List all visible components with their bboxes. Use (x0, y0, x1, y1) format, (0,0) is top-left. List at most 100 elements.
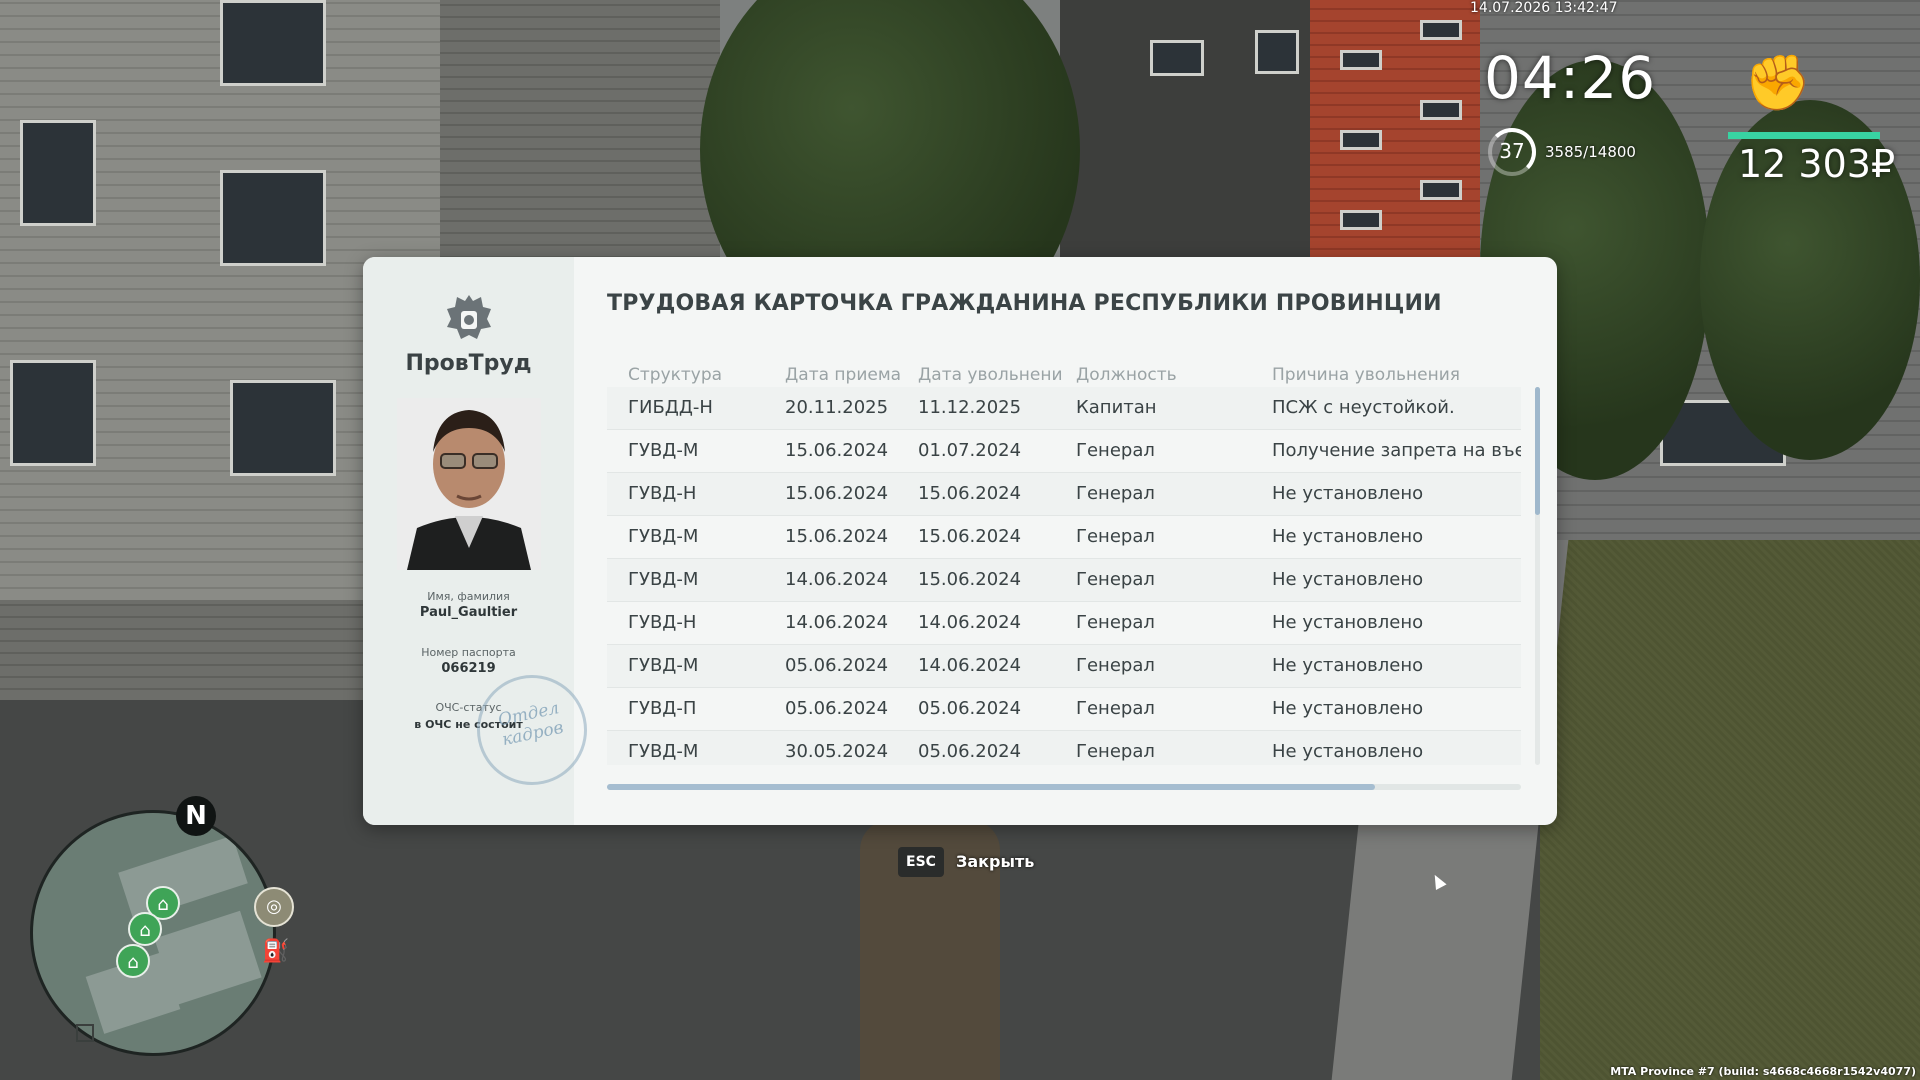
hud-datetime: 14.07.2026 13:42:47 (1470, 0, 1618, 16)
cell-structure: ГУВД-Н (628, 612, 697, 633)
card-title: ТРУДОВАЯ КАРТОЧКА ГРАЖДАНИНА РЕСПУБЛИКИ … (607, 291, 1442, 316)
cell-structure: ГУВД-М (628, 440, 699, 461)
cell-hire-date: 30.05.2024 (785, 741, 889, 762)
cell-position: Генерал (1076, 440, 1155, 461)
cell-reason: Получение запрета на въезд (1272, 440, 1521, 461)
column-header: Структура (628, 365, 723, 385)
cell-structure: ГУВД-Н (628, 483, 697, 504)
cell-reason: ПСЖ с неустойкой. (1272, 397, 1455, 418)
window (1340, 50, 1382, 70)
table-row: ГУВД-М 14.06.2024 15.06.2024 Генерал Не … (607, 559, 1521, 602)
cell-reason: Не установлено (1272, 526, 1424, 547)
grass (1540, 540, 1920, 1080)
cell-dismissal-date: 05.06.2024 (918, 741, 1022, 762)
cell-position: Генерал (1076, 698, 1155, 719)
cell-position: Генерал (1076, 569, 1155, 590)
vertical-scroll-thumb[interactable] (1535, 387, 1540, 515)
xp-counter: 3585/14800 (1545, 143, 1636, 161)
building (1310, 0, 1490, 260)
window (1255, 30, 1299, 74)
citizen-portrait (397, 398, 541, 570)
column-header: Должность (1076, 365, 1177, 385)
cell-dismissal-date: 05.06.2024 (918, 698, 1022, 719)
esc-key-button[interactable]: ESC (898, 847, 944, 877)
horizontal-scrollbar[interactable] (607, 784, 1521, 790)
close-label[interactable]: Закрыть (956, 852, 1034, 871)
table-header: Структура Дата приема Дата увольнени Дол… (628, 365, 1548, 387)
window (230, 380, 336, 476)
window (1150, 40, 1204, 76)
cell-dismissal-date: 11.12.2025 (918, 397, 1022, 418)
window (1340, 210, 1382, 230)
house-icon: ⌂ (116, 944, 150, 978)
name-label: Имя, фамилия (427, 590, 510, 603)
employment-card: ПровТруд Имя, фамилия Paul_Gaultier Номе… (363, 257, 1557, 825)
map-block (118, 835, 248, 921)
vertical-scrollbar[interactable] (1535, 387, 1540, 765)
cell-hire-date: 15.06.2024 (785, 440, 889, 461)
coat-of-arms-icon (447, 295, 491, 339)
table-row: ГУВД-М 30.05.2024 05.06.2024 Генерал Не … (607, 731, 1521, 765)
north-indicator: N (176, 796, 216, 836)
cell-hire-date: 14.06.2024 (785, 612, 889, 633)
cell-hire-date: 05.06.2024 (785, 698, 889, 719)
cell-hire-date: 15.06.2024 (785, 483, 889, 504)
health-bar (1728, 132, 1880, 139)
org-name: ПровТруд (405, 351, 532, 376)
cell-structure: ГУВД-М (628, 741, 699, 762)
cell-structure: ГУВД-П (628, 698, 697, 719)
cell-hire-date: 15.06.2024 (785, 526, 889, 547)
cell-dismissal-date: 14.06.2024 (918, 612, 1022, 633)
window (1420, 20, 1462, 40)
money-display: 12 303₽ (1738, 142, 1896, 186)
column-header: Причина увольнения (1272, 365, 1460, 385)
window (20, 120, 96, 226)
stamp-text: Отдел кадров (496, 698, 566, 751)
cell-position: Генерал (1076, 612, 1155, 633)
cell-dismissal-date: 15.06.2024 (918, 526, 1022, 547)
horizontal-scroll-thumb[interactable] (607, 784, 1375, 790)
cell-position: Генерал (1076, 526, 1155, 547)
window (1340, 130, 1382, 150)
table-row: ГУВД-Н 15.06.2024 15.06.2024 Генерал Не … (607, 473, 1521, 516)
level-number: 37 (1499, 139, 1525, 163)
table-row: ГУВД-М 15.06.2024 15.06.2024 Генерал Не … (607, 516, 1521, 559)
cell-position: Генерал (1076, 655, 1155, 676)
card-sidebar: ПровТруд Имя, фамилия Paul_Gaultier Номе… (363, 257, 598, 825)
cell-reason: Не установлено (1272, 655, 1424, 676)
cell-structure: ГИБДД-Н (628, 397, 713, 418)
column-header: Дата приема (785, 365, 902, 385)
cell-position: Генерал (1076, 741, 1155, 762)
column-header: Дата увольнени (918, 365, 1063, 385)
fuel-icon: ⛽ (262, 939, 290, 964)
passport-label: Номер паспорта (421, 646, 516, 659)
cell-reason: Не установлено (1272, 483, 1424, 504)
house-icon: ⌂ (128, 912, 162, 946)
employment-table[interactable]: ГИБДД-Н 20.11.2025 11.12.2025 Капитан ПС… (607, 387, 1521, 765)
cell-position: Генерал (1076, 483, 1155, 504)
cell-structure: ГУВД-М (628, 655, 699, 676)
build-info: MTA Province #7 (build: s4668c4668r1542v… (1610, 1065, 1916, 1078)
table-row: ГИБДД-Н 20.11.2025 11.12.2025 Капитан ПС… (607, 387, 1521, 430)
window (1420, 180, 1462, 200)
cell-dismissal-date: 14.06.2024 (918, 655, 1022, 676)
cell-reason: Не установлено (1272, 612, 1424, 633)
cell-hire-date: 20.11.2025 (785, 397, 889, 418)
waypoint-icon (76, 1024, 94, 1042)
hud-clock: 04:26 (1484, 44, 1657, 112)
table-row: ГУВД-Н 14.06.2024 14.06.2024 Генерал Не … (607, 602, 1521, 645)
window (10, 360, 96, 466)
cell-structure: ГУВД-М (628, 569, 699, 590)
citizen-photo (397, 398, 541, 570)
window (220, 0, 326, 86)
cell-reason: Не установлено (1272, 569, 1424, 590)
cell-position: Капитан (1076, 397, 1157, 418)
cell-hire-date: 14.06.2024 (785, 569, 889, 590)
table-row: ГУВД-М 15.06.2024 01.07.2024 Генерал Пол… (607, 430, 1521, 473)
table-row: ГУВД-П 05.06.2024 05.06.2024 Генерал Не … (607, 688, 1521, 731)
cell-structure: ГУВД-М (628, 526, 699, 547)
fist-icon: ✊ (1744, 51, 1812, 114)
passport-value: 066219 (441, 661, 496, 676)
cell-reason: Не установлено (1272, 698, 1424, 719)
hr-stamp: Отдел кадров (466, 664, 598, 796)
